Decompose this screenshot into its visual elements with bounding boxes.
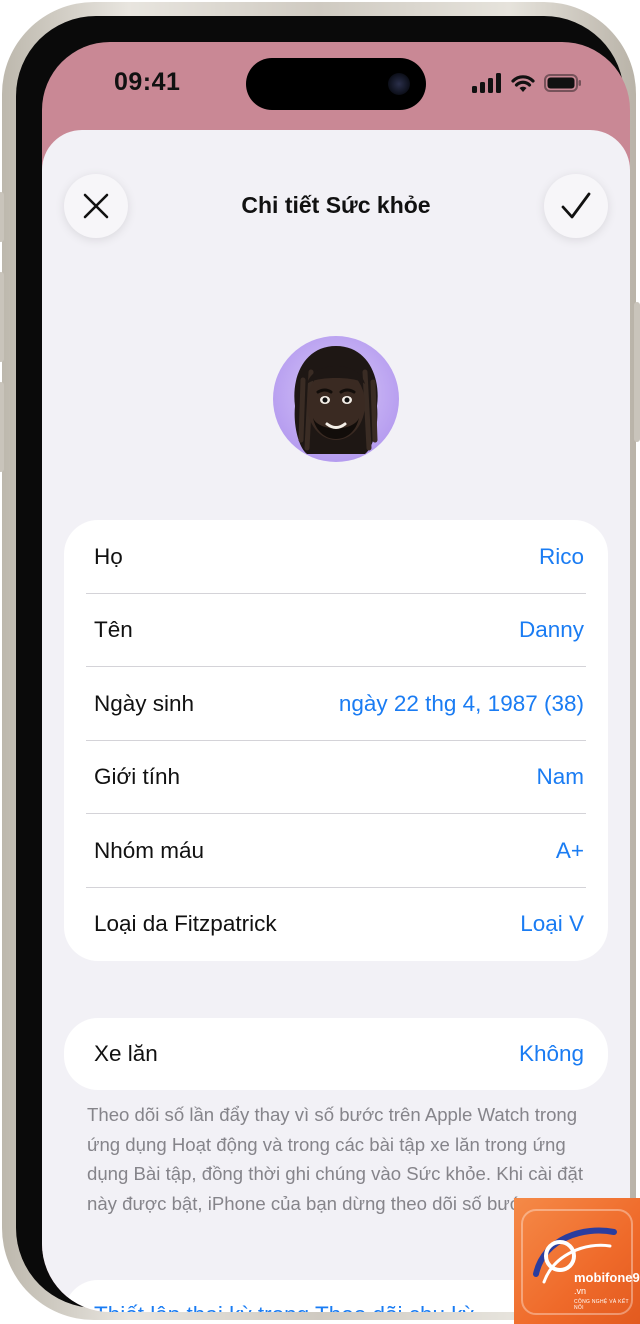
detail-label: Nhóm máu — [94, 837, 205, 863]
detail-value: ngày 22 thg 4, 1987 (38) — [338, 690, 584, 716]
dynamic-island — [246, 58, 426, 110]
detail-row[interactable]: Họ Rico — [64, 520, 608, 594]
watermark-domain: .vn — [574, 1286, 587, 1296]
watermark-tagline: CÔNG NGHỆ VÀ KẾT NỐI — [574, 1299, 629, 1311]
detail-row[interactable]: Loại da Fitzpatrick Loại V — [64, 888, 608, 962]
wheelchair-row[interactable]: Xe lăn Không — [64, 1018, 608, 1090]
mobifone-watermark: mobifone9 .vn CÔNG NGHỆ VÀ KẾT NỐI — [514, 1198, 640, 1324]
battery-icon — [544, 74, 581, 92]
detail-value: A+ — [555, 837, 584, 863]
detail-row[interactable]: Tên Danny — [64, 594, 608, 667]
detail-label: Loại da Fitzpatrick — [94, 911, 277, 937]
memoji-avatar[interactable] — [273, 336, 399, 462]
pregnancy-setup-link[interactable]: Thiết lập thai kỳ trong Theo dõi chu kỳ — [94, 1302, 474, 1312]
action-button — [0, 192, 4, 242]
done-button[interactable] — [544, 174, 608, 238]
front-camera — [388, 73, 410, 95]
iphone-frame: 09:41 Chi tiết Sức khỏe Họ Rico Tên Dann… — [0, 2, 640, 1320]
volume-down-button — [0, 382, 4, 472]
detail-label: Ngày sinh — [94, 690, 195, 716]
wifi-icon — [511, 75, 535, 92]
wheelchair-card: Xe lăn Không — [64, 1018, 608, 1090]
wheelchair-value: Không — [518, 1041, 584, 1066]
screen: 09:41 Chi tiết Sức khỏe Họ Rico Tên Dann… — [42, 42, 630, 1312]
health-details-card: Họ Rico Tên Danny Ngày sinh ngày 22 thg 4, 19… — [64, 520, 608, 961]
detail-label: Họ — [94, 543, 123, 569]
detail-label: Tên — [94, 617, 133, 643]
watermark-brand: mobifone9 — [574, 1270, 640, 1285]
page-title: Chi tiết Sức khỏe — [241, 192, 431, 218]
detail-value: Rico — [538, 543, 584, 569]
wheelchair-note: Theo dõi số lần đẩy thay vì số bước trên… — [87, 1104, 584, 1214]
detail-value: Loại V — [520, 911, 584, 937]
detail-value: Danny — [518, 617, 584, 643]
status-time: 09:41 — [114, 68, 181, 96]
status-icons — [472, 72, 582, 94]
detail-row[interactable]: Ngày sinh ngày 22 thg 4, 1987 (38) — [64, 667, 608, 741]
checkmark-icon — [561, 192, 591, 219]
power-button — [634, 302, 640, 442]
detail-value: Nam — [536, 764, 584, 790]
status-bar: 09:41 — [42, 42, 630, 132]
volume-up-button — [0, 272, 4, 362]
detail-row[interactable]: Nhóm máu A+ — [64, 814, 608, 888]
bezel: 09:41 Chi tiết Sức khỏe Họ Rico Tên Dann… — [16, 16, 630, 1312]
wheelchair-label: Xe lăn — [94, 1041, 158, 1066]
detail-row[interactable]: Giới tính Nam — [64, 741, 608, 814]
cellular-signal-icon — [472, 73, 501, 93]
detail-label: Giới tính — [94, 764, 181, 790]
memoji-face-icon — [294, 346, 378, 454]
